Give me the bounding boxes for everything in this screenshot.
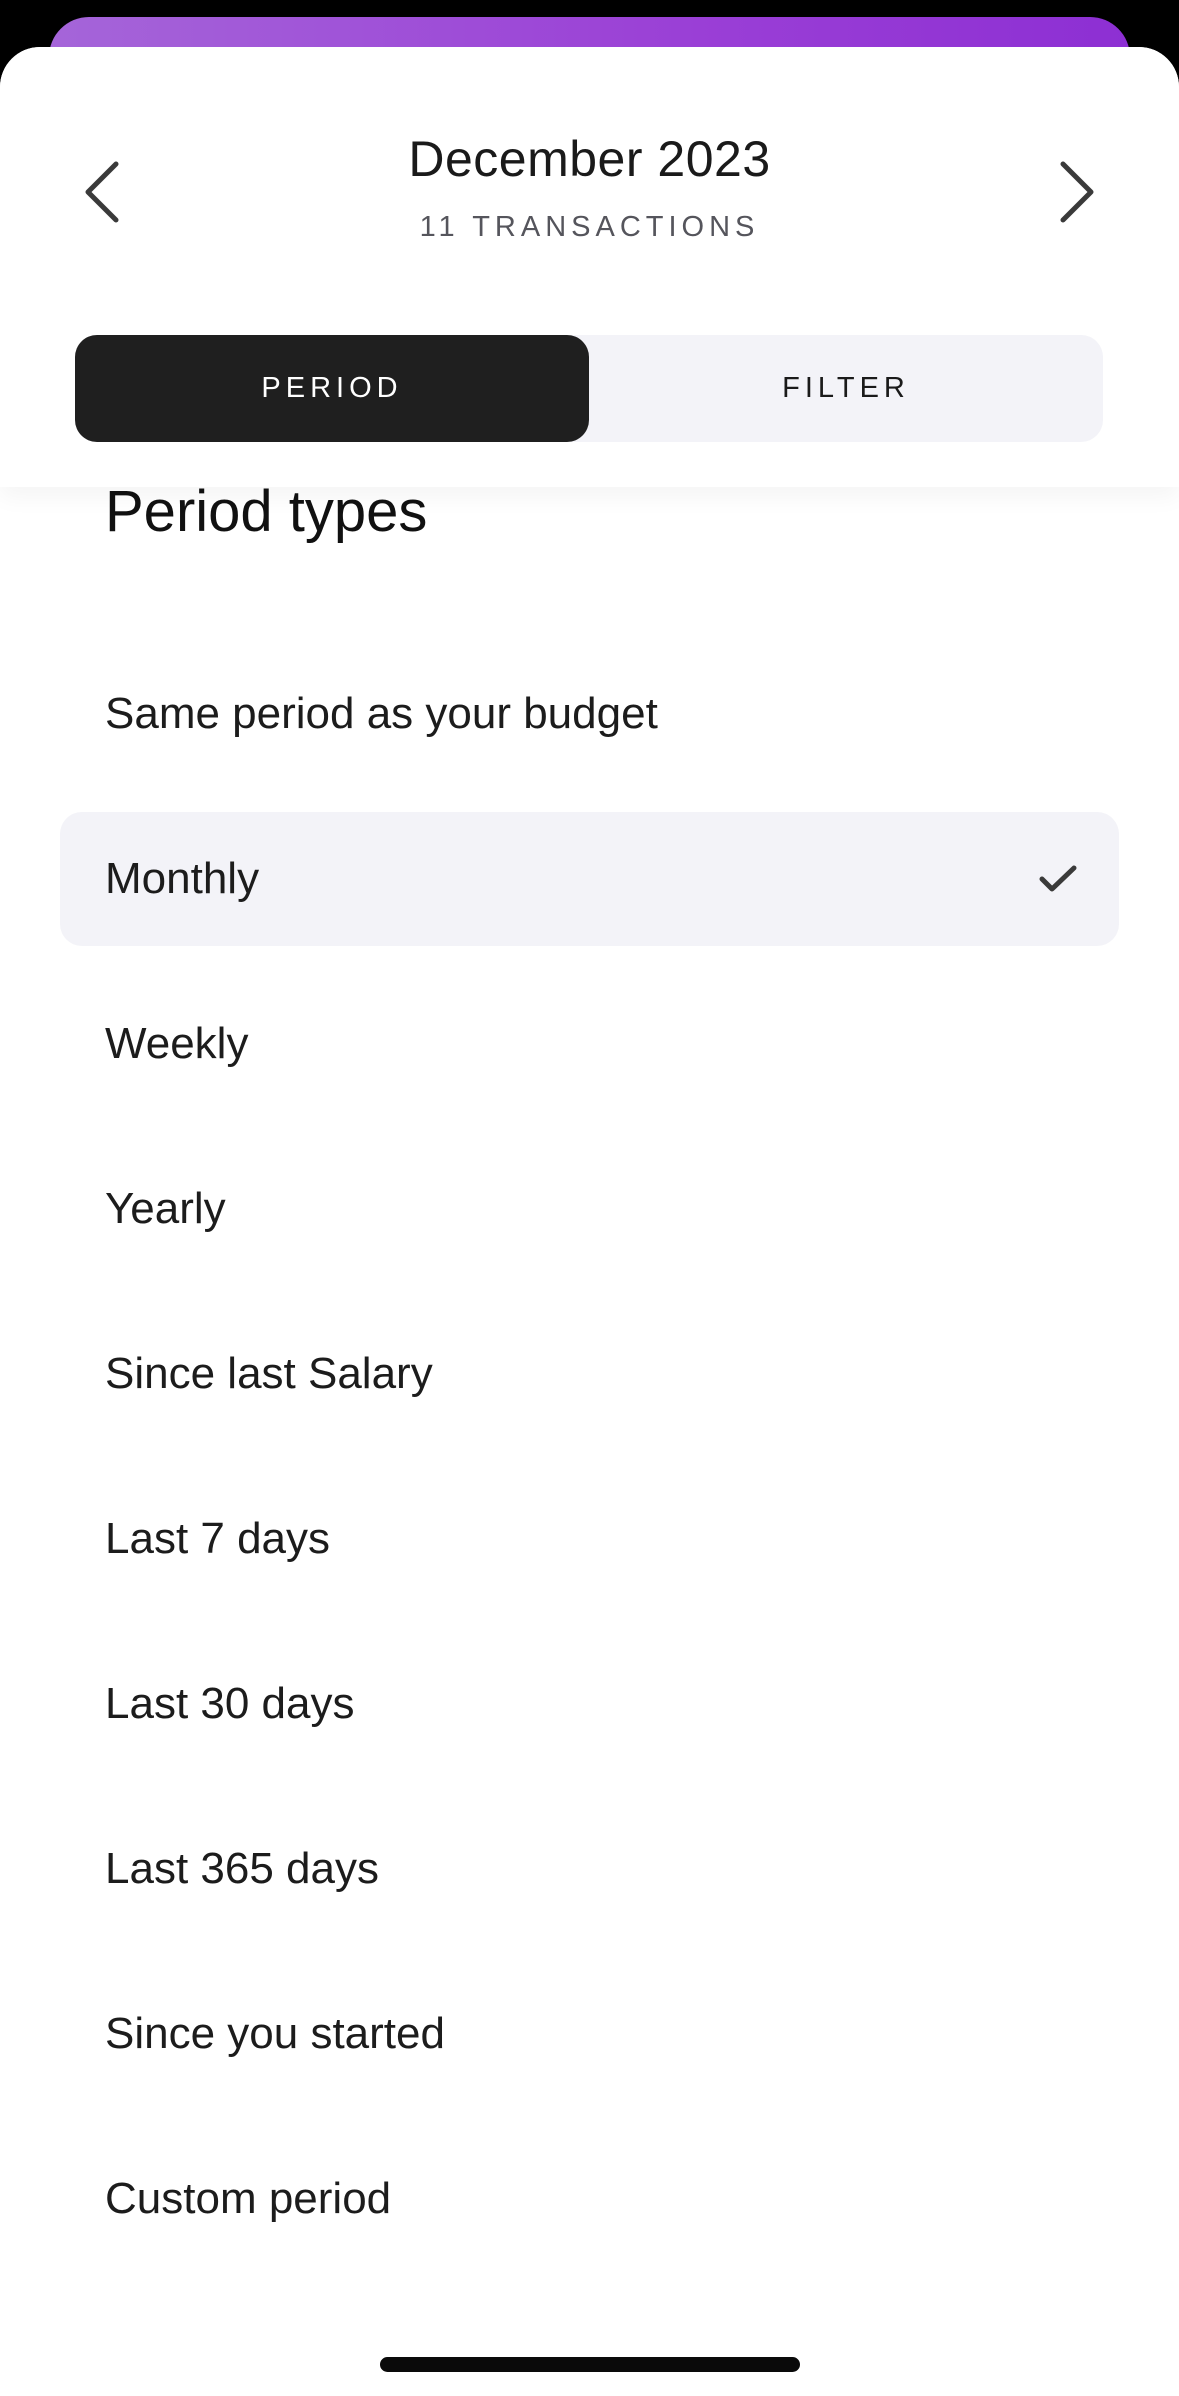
transaction-count: 11 TRANSACTIONS [419,211,760,243]
option-last-30-days[interactable]: Last 30 days [60,1637,1119,1771]
option-label: Monthly [105,854,260,903]
home-indicator [380,2357,800,2372]
period-type-list: Same period as your budget Monthly Weekl… [60,647,1119,2297]
chevron-right-icon [1060,161,1094,223]
option-custom-period[interactable]: Custom period [60,2132,1119,2266]
section-title: Period types [105,479,428,544]
option-since-last-salary[interactable]: Since last Salary [60,1307,1119,1441]
option-monthly[interactable]: Monthly [60,812,1119,946]
option-weekly[interactable]: Weekly [60,977,1119,1111]
sheet-header: December 2023 11 TRANSACTIONS PERIOD FIL… [0,47,1179,487]
page-title: December 2023 [408,131,771,187]
option-yearly[interactable]: Yearly [60,1142,1119,1276]
checkmark-icon [1039,865,1077,892]
option-same-period-as-budget[interactable]: Same period as your budget [60,647,1119,781]
option-last-7-days[interactable]: Last 7 days [60,1472,1119,1606]
screen: December 2023 11 TRANSACTIONS PERIOD FIL… [0,0,1179,2396]
tab-filter[interactable]: FILTER [589,335,1103,442]
next-month-button[interactable] [1037,152,1117,232]
segmented-control: PERIOD FILTER [75,335,1103,442]
option-since-you-started[interactable]: Since you started [60,1967,1119,2101]
period-sheet: December 2023 11 TRANSACTIONS PERIOD FIL… [0,47,1179,2396]
option-last-365-days[interactable]: Last 365 days [60,1802,1119,1936]
tab-period[interactable]: PERIOD [75,335,589,442]
